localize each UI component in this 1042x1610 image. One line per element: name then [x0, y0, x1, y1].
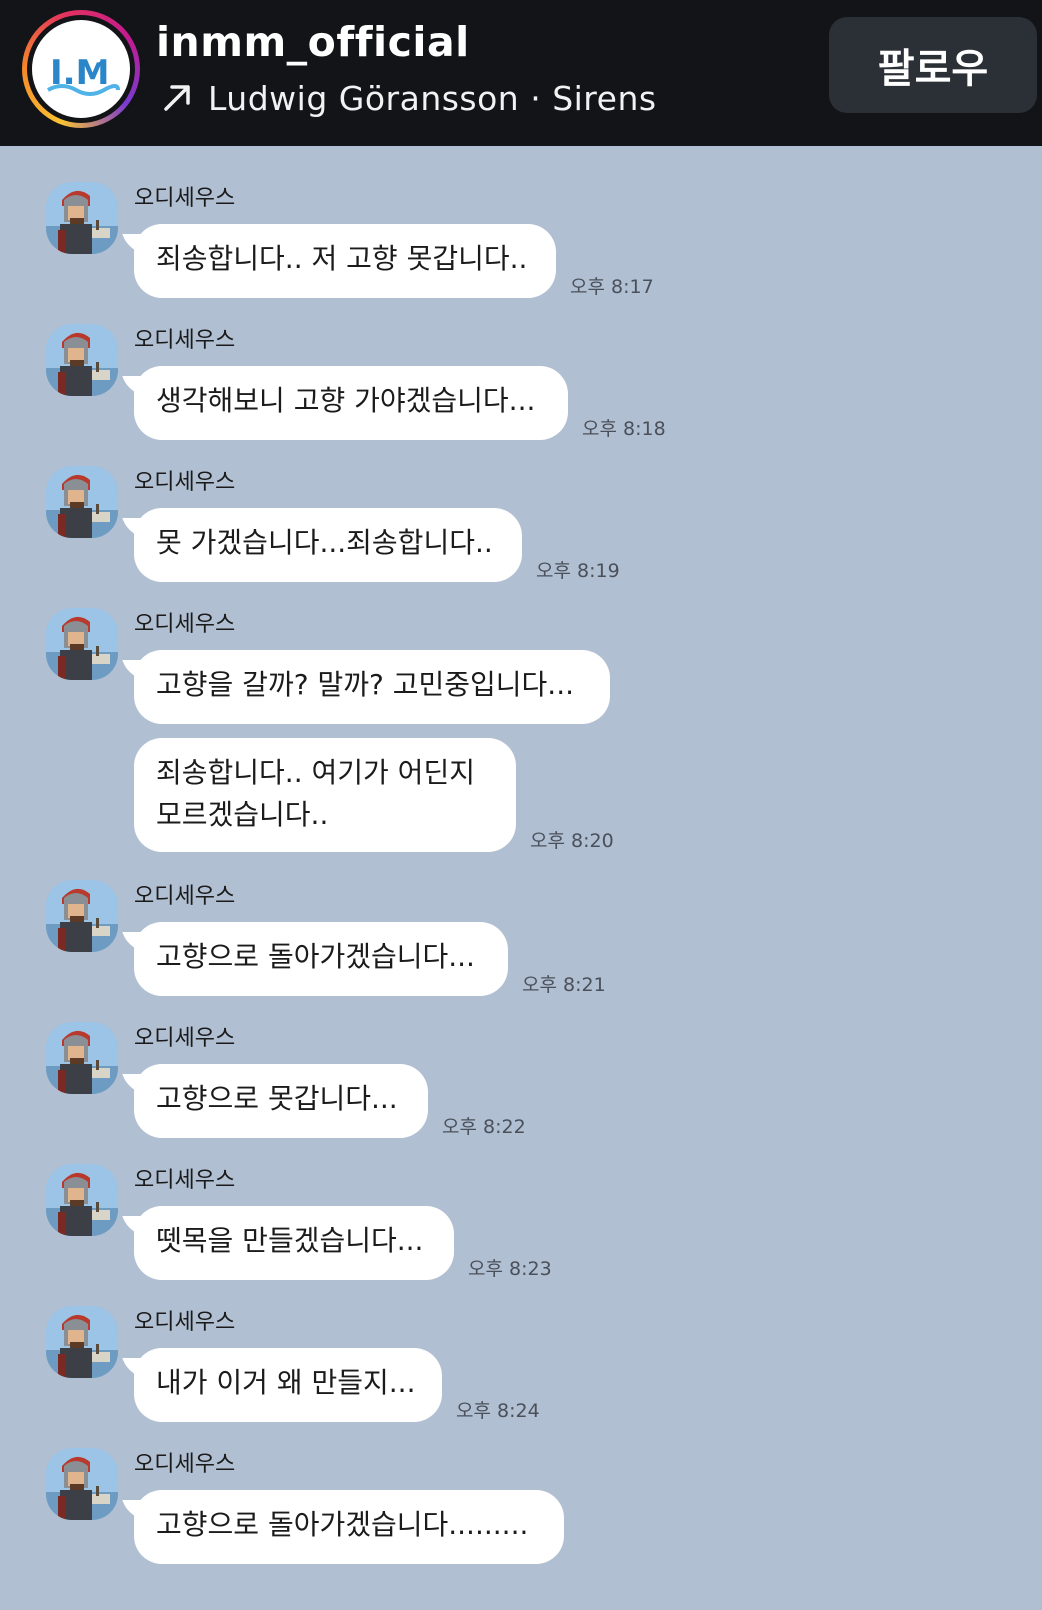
- sender-avatar[interactable]: [46, 1164, 118, 1236]
- sender-avatar[interactable]: [46, 1022, 118, 1094]
- message-text: 고향으로 돌아가겠습니다.........: [156, 1508, 529, 1541]
- message-bubble[interactable]: 죄송합니다.. 저 고향 못갑니다..: [134, 224, 556, 298]
- post-header: I.M inmm_official Ludwig Göransson · Sir…: [0, 0, 1042, 146]
- sender-name: 오디세우스: [134, 470, 236, 495]
- follow-button[interactable]: 팔로우: [829, 17, 1037, 113]
- sender-avatar[interactable]: [46, 466, 118, 538]
- message-bubble[interactable]: 고향으로 돌아가겠습니다.........: [134, 1490, 564, 1564]
- message-time: 오후 8:21: [522, 974, 606, 996]
- message-text: 못 가겠습니다...죄송합니다..: [156, 526, 493, 559]
- sender-name: 오디세우스: [134, 186, 236, 211]
- message-bubble[interactable]: 고향으로 돌아가겠습니다...: [134, 922, 508, 996]
- sender-avatar[interactable]: [46, 182, 118, 254]
- message-text: 죄송합니다.. 저 고향 못갑니다..: [156, 242, 528, 275]
- sender-avatar[interactable]: [46, 608, 118, 680]
- message-text: 고향으로 돌아가겠습니다...: [156, 940, 475, 973]
- sender-name: 오디세우스: [134, 1452, 236, 1477]
- sender-name: 오디세우스: [134, 884, 236, 909]
- message-bubble[interactable]: 죄송합니다.. 여기가 어딘지 모르겠습니다..: [134, 738, 516, 852]
- message-bubble[interactable]: 생각해보니 고향 가야겠습니다...: [134, 366, 568, 440]
- sender-name: 오디세우스: [134, 1310, 236, 1335]
- sender-name: 오디세우스: [134, 1026, 236, 1051]
- message-time: 오후 8:23: [468, 1258, 552, 1280]
- message-time: 오후 8:18: [582, 418, 666, 440]
- message-bubble[interactable]: 고향을 갈까? 말까? 고민중입니다...: [134, 650, 610, 724]
- message-time: 오후 8:20: [530, 830, 614, 852]
- sender-name: 오디세우스: [134, 328, 236, 353]
- message-text: 고향을 갈까? 말까? 고민중입니다...: [156, 668, 575, 701]
- music-text: Ludwig Göransson · Sirens: [208, 78, 657, 118]
- message-bubble[interactable]: 뗏목을 만들겠습니다...: [134, 1206, 454, 1280]
- message-bubble[interactable]: 고향으로 못갑니다...: [134, 1064, 428, 1138]
- message-text: 고향으로 못갑니다...: [156, 1082, 398, 1115]
- sender-name: 오디세우스: [134, 612, 236, 637]
- message-time: 오후 8:17: [570, 276, 654, 298]
- message-text: 죄송합니다.. 여기가 어딘지 모르겠습니다..: [156, 756, 475, 831]
- message-text: 생각해보니 고향 가야겠습니다...: [156, 384, 536, 417]
- sender-name: 오디세우스: [134, 1168, 236, 1193]
- message-time: 오후 8:22: [442, 1116, 526, 1138]
- sender-avatar[interactable]: [46, 880, 118, 952]
- arrow-up-right-icon: [164, 85, 190, 111]
- message-text: 내가 이거 왜 만들지...: [156, 1366, 416, 1399]
- wave-logo-icon: I.M: [47, 53, 120, 96]
- music-attribution[interactable]: Ludwig Göransson · Sirens: [160, 76, 657, 120]
- message-bubble[interactable]: 못 가겠습니다...죄송합니다..: [134, 508, 522, 582]
- account-name[interactable]: inmm_official: [156, 18, 470, 66]
- message-text: 뗏목을 만들겠습니다...: [156, 1224, 424, 1257]
- message-time: 오후 8:19: [536, 560, 620, 582]
- sender-avatar[interactable]: [46, 1306, 118, 1378]
- message-time: 오후 8:24: [456, 1400, 540, 1422]
- sender-avatar[interactable]: [46, 324, 118, 396]
- sender-avatar[interactable]: [46, 1448, 118, 1520]
- message-bubble[interactable]: 내가 이거 왜 만들지...: [134, 1348, 442, 1422]
- story-ring[interactable]: I.M: [22, 10, 140, 128]
- account-logo-avatar: I.M: [32, 20, 130, 118]
